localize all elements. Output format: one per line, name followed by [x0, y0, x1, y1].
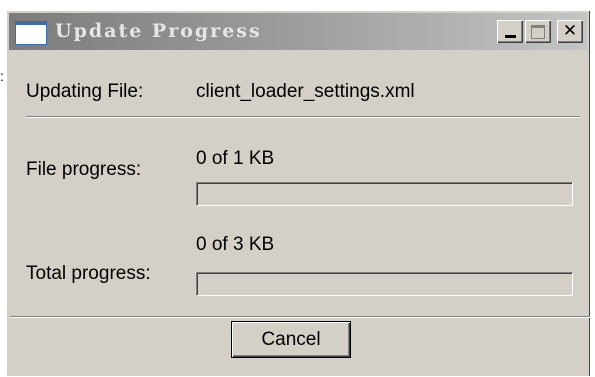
file-progress-status: 0 of 1 KB — [196, 148, 275, 169]
close-button[interactable]: ✕ — [557, 20, 583, 43]
title-bar[interactable]: Update Progress ✕ — [9, 13, 587, 50]
window-title: Update Progress — [55, 20, 262, 42]
total-progress-label: Total progress: — [26, 263, 151, 284]
stray-colon: : — [0, 68, 4, 84]
updating-file-label: Updating File: — [26, 81, 144, 102]
window-app-icon[interactable] — [15, 21, 47, 45]
file-progress-label: File progress: — [26, 159, 142, 180]
total-progress-status: 0 of 3 KB — [196, 234, 275, 255]
maximize-button[interactable] — [525, 20, 551, 43]
cancel-button[interactable]: Cancel — [231, 321, 351, 358]
file-progress-bar — [196, 182, 573, 206]
minimize-icon — [504, 35, 516, 38]
close-icon: ✕ — [562, 21, 578, 41]
minimize-button[interactable] — [497, 20, 523, 43]
section-divider — [26, 116, 580, 118]
maximize-icon — [531, 24, 545, 39]
total-progress-bar — [196, 272, 573, 296]
updating-file-name: client_loader_settings.xml — [196, 81, 415, 102]
